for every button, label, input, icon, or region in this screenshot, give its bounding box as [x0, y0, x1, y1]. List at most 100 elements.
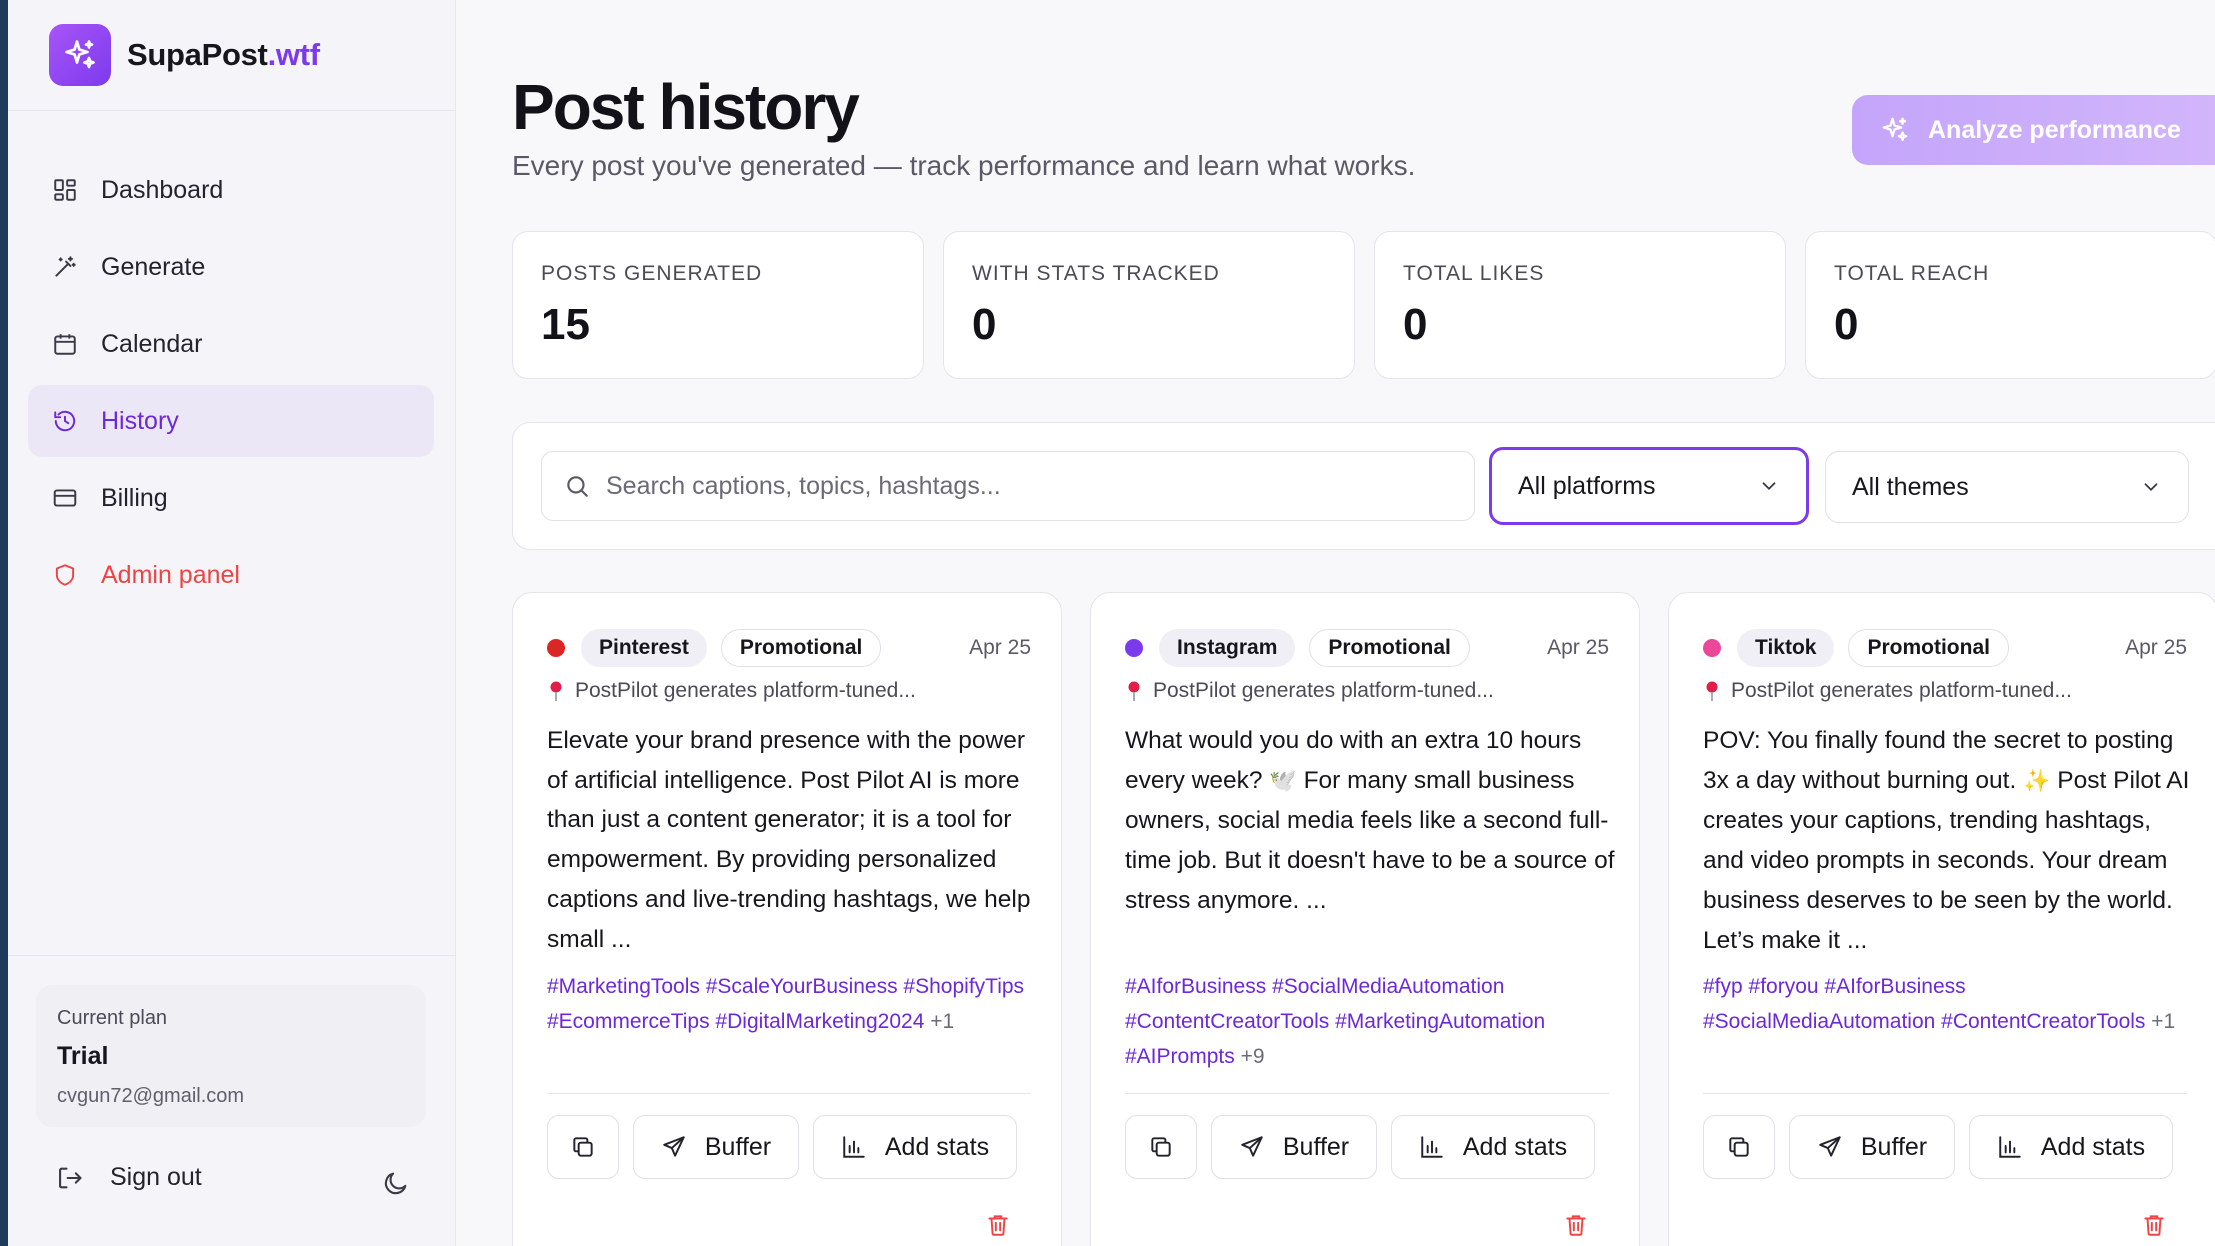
platform-badge: Instagram: [1159, 629, 1296, 667]
post-topic-text: PostPilot generates platform-tuned...: [1153, 679, 1494, 702]
more-hashtags-count: +1: [2151, 1010, 2176, 1033]
sidebar: SupaPost.wtf Dashboard Generate Calendar: [8, 0, 456, 1246]
platform-dot: [1703, 639, 1721, 657]
add-stats-button[interactable]: Add stats: [1391, 1115, 1595, 1179]
sign-out-label: Sign out: [110, 1163, 202, 1191]
filter-bar: All platforms All themes: [512, 422, 2215, 550]
post-actions: Buffer Add stats: [1703, 1115, 2187, 1179]
sidebar-item-admin-panel[interactable]: Admin panel: [28, 539, 434, 611]
search-box: [541, 451, 1475, 521]
sidebar-item-billing[interactable]: Billing: [28, 462, 434, 534]
sign-out-icon: [56, 1164, 84, 1192]
bar-chart-icon: [1419, 1134, 1445, 1160]
stat-card-posts-generated: POSTS GENERATED 15: [512, 231, 924, 379]
analyze-performance-button[interactable]: Analyze performance: [1852, 95, 2215, 165]
plan-name: Trial: [57, 1042, 109, 1070]
stat-card-total-reach: TOTAL REACH 0: [1805, 231, 2215, 379]
post-topic: PostPilot generates platform-tuned...: [547, 679, 916, 703]
post-actions: Buffer Add stats: [547, 1115, 1031, 1179]
sidebar-item-label: History: [101, 406, 179, 435]
post-date: Apr 25: [1547, 636, 1609, 659]
copy-button[interactable]: [1703, 1115, 1775, 1179]
copy-button[interactable]: [547, 1115, 619, 1179]
bar-chart-icon: [841, 1134, 867, 1160]
stat-label: TOTAL REACH: [1834, 262, 1990, 285]
post-card: Tiktok Promotional Apr 25 PostPilot gene…: [1668, 592, 2215, 1246]
current-plan-card: Current plan Trial cvgun72@gmail.com: [36, 985, 426, 1127]
copy-icon: [1148, 1134, 1174, 1160]
sidebar-item-label: Dashboard: [101, 175, 224, 204]
stat-label: WITH STATS TRACKED: [972, 262, 1220, 285]
send-icon: [661, 1134, 687, 1160]
dashboard-grid-icon: [50, 175, 80, 205]
sparkles-emoji: ✨: [2023, 768, 2051, 794]
pin-icon: [1703, 680, 1721, 702]
brand[interactable]: SupaPost.wtf: [49, 24, 320, 86]
window-edge: [0, 0, 8, 1246]
pin-icon: [1125, 680, 1143, 702]
sidebar-item-history[interactable]: History: [28, 385, 434, 457]
post-caption: POV: You finally found the secret to pos…: [1703, 727, 2190, 954]
sidebar-item-calendar[interactable]: Calendar: [28, 308, 434, 380]
delete-trash-icon[interactable]: [980, 1207, 1016, 1243]
delete-trash-icon[interactable]: [2136, 1207, 2172, 1243]
calendar-icon: [50, 329, 80, 359]
sign-out-button[interactable]: Sign out: [56, 1163, 202, 1192]
stat-value: 0: [1834, 300, 1859, 349]
post-date: Apr 25: [2125, 636, 2187, 659]
send-icon: [1239, 1134, 1265, 1160]
divider: [1125, 1093, 1609, 1094]
brand-name: SupaPost.wtf: [127, 37, 320, 72]
stat-card-with-stats-tracked: WITH STATS TRACKED 0: [943, 231, 1355, 379]
add-stats-button[interactable]: Add stats: [1969, 1115, 2173, 1179]
main-content: Post history Every post you've generated…: [456, 0, 2215, 1246]
copy-icon: [570, 1134, 596, 1160]
post-card: Instagram Promotional Apr 25 PostPilot g…: [1090, 592, 1640, 1246]
sidebar-item-label: Billing: [101, 483, 168, 512]
buffer-button[interactable]: Buffer: [1211, 1115, 1377, 1179]
divider: [547, 1093, 1031, 1094]
add-stats-button[interactable]: Add stats: [813, 1115, 1017, 1179]
post-caption: What would you do with an extra 10 hours…: [1125, 727, 1615, 914]
theme-badge: Promotional: [1309, 629, 1470, 667]
plan-label: Current plan: [57, 1007, 168, 1029]
sidebar-item-generate[interactable]: Generate: [28, 231, 434, 303]
search-input[interactable]: [606, 471, 1456, 501]
platform-dot: [547, 639, 565, 657]
add-stats-label: Add stats: [884, 1132, 990, 1161]
stat-label: POSTS GENERATED: [541, 262, 763, 285]
stat-label: TOTAL LIKES: [1403, 262, 1545, 285]
buffer-button[interactable]: Buffer: [633, 1115, 799, 1179]
stat-card-total-likes: TOTAL LIKES 0: [1374, 231, 1786, 379]
platform-select[interactable]: All platforms: [1489, 447, 1809, 525]
dove-emoji: 🕊️: [1269, 768, 1297, 794]
buffer-button[interactable]: Buffer: [1789, 1115, 1955, 1179]
theme-toggle-moon-icon[interactable]: [378, 1165, 414, 1201]
post-caption: Elevate your brand presence with the pow…: [547, 727, 1031, 953]
post-date: Apr 25: [969, 636, 1031, 659]
post-topic: PostPilot generates platform-tuned...: [1703, 679, 2072, 703]
sidebar-item-dashboard[interactable]: Dashboard: [28, 154, 434, 226]
theme-badge: Promotional: [1848, 629, 2009, 667]
theme-badge: Promotional: [720, 629, 882, 667]
stat-value: 15: [541, 300, 590, 349]
credit-card-icon: [50, 483, 80, 513]
platform-badge: Tiktok: [1737, 629, 1835, 667]
chevron-down-icon: [2140, 476, 2162, 498]
post-hashtags: #fyp #foryou #AIforBusiness #SocialMedia…: [1703, 975, 2176, 1033]
post-hashtags: #AIforBusiness #SocialMediaAutomation #C…: [1125, 975, 1546, 1068]
buffer-label: Buffer: [1860, 1132, 1928, 1161]
copy-button[interactable]: [1125, 1115, 1197, 1179]
theme-select-value: All themes: [1852, 472, 1969, 501]
theme-select[interactable]: All themes: [1825, 451, 2189, 523]
shield-icon: [50, 560, 80, 590]
divider: [1703, 1093, 2187, 1094]
delete-trash-icon[interactable]: [1558, 1207, 1594, 1243]
pin-icon: [547, 680, 565, 702]
post-topic: PostPilot generates platform-tuned...: [1125, 679, 1494, 703]
bar-chart-icon: [1997, 1134, 2023, 1160]
stat-value: 0: [972, 300, 997, 349]
more-hashtags-count: +1: [930, 1010, 955, 1033]
post-topic-text: PostPilot generates platform-tuned...: [575, 679, 916, 702]
sidebar-nav: Dashboard Generate Calendar History Bill…: [28, 154, 434, 616]
